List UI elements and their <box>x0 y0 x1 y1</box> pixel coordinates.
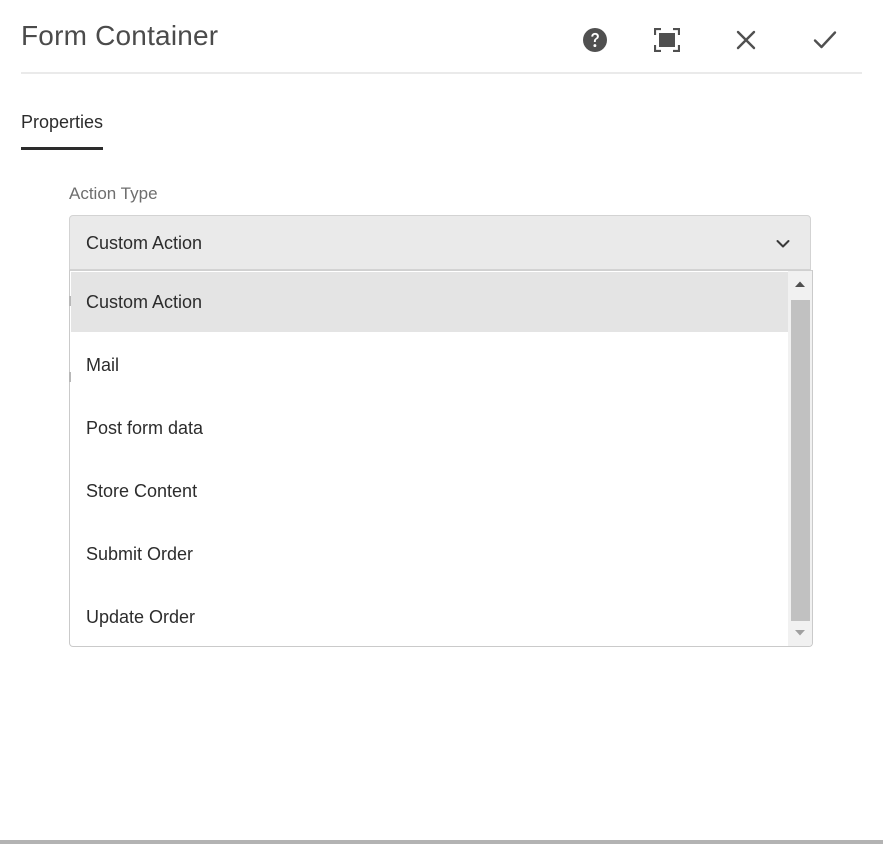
done-button[interactable] <box>807 22 843 58</box>
dialog-header: Form Container <box>21 0 862 74</box>
scroll-up-arrow-icon[interactable] <box>788 271 812 297</box>
option-post-form-data[interactable]: Post form data <box>71 398 788 458</box>
checkmark-icon <box>813 30 837 50</box>
listbox-scrollbar[interactable] <box>788 271 812 646</box>
fullscreen-icon <box>654 28 680 52</box>
option-submit-order[interactable]: Submit Order <box>71 524 788 584</box>
option-mail[interactable]: Mail <box>71 335 788 395</box>
option-label: Update Order <box>86 607 196 627</box>
action-type-select[interactable]: Custom Action <box>69 215 811 270</box>
option-store-content[interactable]: Store Content <box>71 461 788 521</box>
option-update-order[interactable]: Update Order <box>71 587 788 646</box>
dialog: Form Container Properties Action Type Cu… <box>0 0 883 840</box>
fullscreen-button[interactable] <box>649 22 685 58</box>
close-button[interactable] <box>728 22 764 58</box>
underlying-field-edge <box>69 372 71 382</box>
help-button[interactable] <box>577 22 613 58</box>
option-label: Submit Order <box>86 544 194 564</box>
close-icon <box>736 30 756 50</box>
chevron-down-icon <box>776 236 790 254</box>
action-type-selected-value: Custom Action <box>86 233 203 253</box>
underlying-field-edge <box>69 296 71 306</box>
tab-list: Properties <box>21 112 104 150</box>
scroll-down-arrow-icon[interactable] <box>788 620 812 646</box>
action-type-label: Action Type <box>69 184 158 203</box>
option-custom-action[interactable]: Custom Action <box>71 272 788 332</box>
tab-properties[interactable]: Properties <box>21 112 104 150</box>
option-label: Mail <box>86 355 120 375</box>
dialog-bottom-border <box>0 840 883 844</box>
option-label: Custom Action <box>86 292 203 312</box>
action-type-listbox[interactable]: Custom Action Mail Post form data Store … <box>69 270 813 647</box>
scrollbar-thumb[interactable] <box>791 300 810 621</box>
help-circle-icon <box>582 27 608 53</box>
option-label: Store Content <box>86 481 198 501</box>
option-label: Post form data <box>86 418 204 438</box>
dialog-title: Form Container <box>21 20 219 51</box>
